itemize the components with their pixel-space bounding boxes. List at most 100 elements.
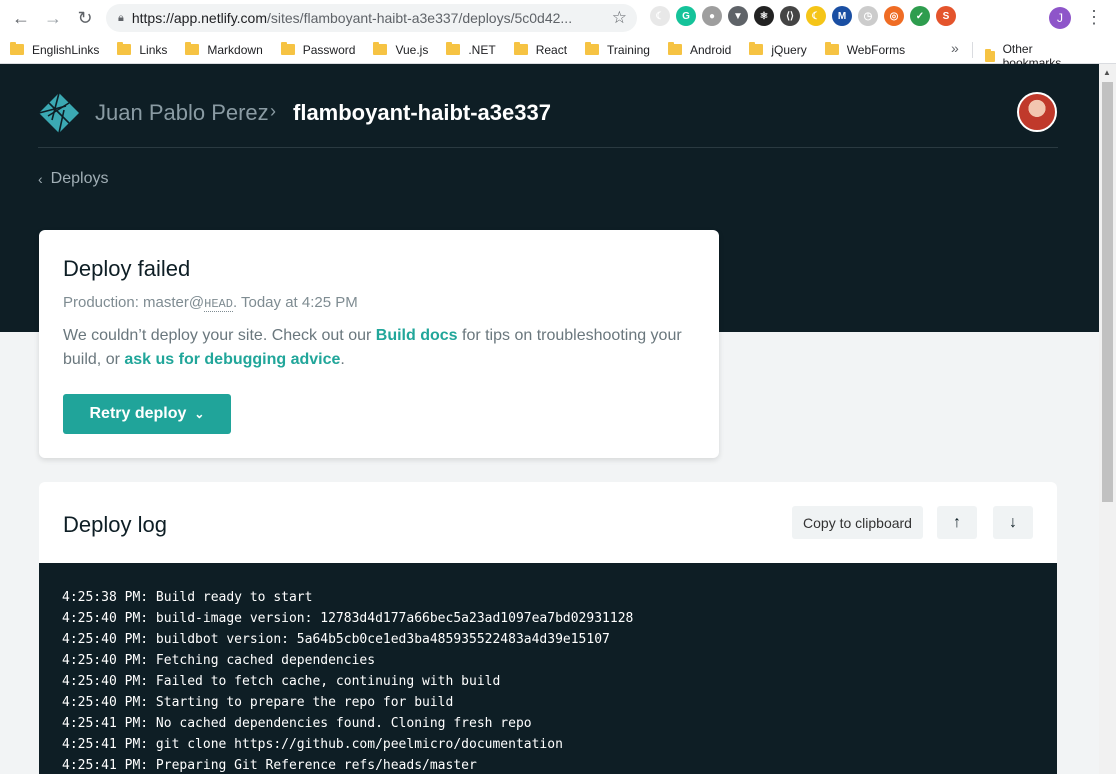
- folder-icon: [117, 42, 132, 55]
- bookmark-label: Vue.js: [395, 42, 429, 57]
- s-extension-icon[interactable]: S: [936, 6, 956, 26]
- deploy-meta-suffix: . Today at 4:25 PM: [232, 294, 358, 311]
- reload-icon[interactable]: ↻: [69, 2, 101, 34]
- bookmark-item[interactable]: EnglishLinks: [10, 42, 100, 57]
- log-line: 4:25:41 PM: git clone https://github.com…: [62, 737, 563, 752]
- grammarly-icon[interactable]: G: [676, 6, 696, 26]
- back-to-deploys-link[interactable]: ‹ Deploys: [38, 170, 108, 188]
- url-path: /sites/flamboyant-haibt-a3e337/deploys/5…: [267, 10, 573, 26]
- desc-text-3: .: [340, 351, 345, 368]
- copy-to-clipboard-button[interactable]: Copy to clipboard: [792, 506, 923, 539]
- deploy-meta: Production: master@HEAD. Today at 4:25 P…: [63, 294, 358, 312]
- netlify-logo-icon[interactable]: [38, 92, 80, 134]
- log-line: 4:25:40 PM: Starting to prepare the repo…: [62, 695, 454, 710]
- bookmark-label: jQuery: [771, 42, 807, 57]
- bookmark-item[interactable]: .NET: [446, 42, 496, 57]
- log-line: 4:25:40 PM: Failed to fetch cache, conti…: [62, 674, 501, 689]
- wolf-extension-icon[interactable]: ☾: [650, 6, 670, 26]
- extension-icons: ☾ G ● ▼ ⚛ ⟨⟩ ☾ M ◷ ◎ ✓ S: [650, 6, 956, 26]
- react-devtools-icon[interactable]: ⚛: [754, 6, 774, 26]
- retry-deploy-button[interactable]: Retry deploy ⌄: [63, 394, 231, 434]
- clock-extension-icon[interactable]: ◷: [858, 6, 878, 26]
- deploy-status-title: Deploy failed: [63, 256, 191, 281]
- folder-icon: [585, 42, 600, 55]
- folder-icon: [10, 42, 24, 55]
- scroll-to-top-button[interactable]: ↑: [937, 506, 977, 539]
- chevron-down-icon: ⌄: [194, 407, 205, 421]
- address-bar[interactable]: 🔒︎ https://app.netlify.com/sites/flamboy…: [106, 4, 637, 32]
- desc-text-1: We couldn’t deploy your site. Check out …: [63, 327, 376, 344]
- circle-extension-icon[interactable]: ●: [702, 6, 722, 26]
- folder-icon: [824, 42, 839, 55]
- bookmark-label: Markdown: [207, 42, 263, 57]
- bookmark-item[interactable]: React: [513, 42, 568, 57]
- user-avatar[interactable]: [1017, 92, 1057, 132]
- page-scrollbar[interactable]: ▲: [1099, 64, 1116, 774]
- scroll-up-arrow-icon[interactable]: ▲: [1103, 68, 1111, 77]
- site-header: Juan Pablo Perez › flamboyant-haibt-a3e3…: [38, 88, 1058, 148]
- url-host: https://app.netlify.com: [131, 10, 267, 26]
- bookmark-item[interactable]: Vue.js: [373, 42, 429, 57]
- folder-icon: [280, 42, 295, 55]
- folder-icon: [667, 42, 682, 55]
- deploy-meta-prefix: Production: master@: [63, 294, 205, 311]
- lifebuoy-extension-icon[interactable]: ◎: [884, 6, 904, 26]
- scroll-to-bottom-button[interactable]: ↓: [993, 506, 1033, 539]
- folder-icon: [513, 42, 528, 55]
- log-line: 4:25:40 PM: buildbot version: 5a64b5cb0c…: [62, 632, 610, 647]
- lock-icon: 🔒︎: [118, 11, 124, 24]
- log-line: 4:25:40 PM: build-image version: 12783d4…: [62, 611, 634, 626]
- bookmark-label: Training: [607, 42, 650, 57]
- check-extension-icon[interactable]: ✓: [910, 6, 930, 26]
- deploy-log-title: Deploy log: [63, 512, 167, 537]
- log-line: 4:25:40 PM: Fetching cached dependencies: [62, 653, 376, 668]
- bookmark-label: Android: [689, 42, 732, 57]
- team-name-link[interactable]: Juan Pablo Perez: [95, 100, 269, 126]
- deploy-log-output: 4:25:38 PM: Build ready to start 4:25:40 …: [39, 563, 1057, 774]
- bookmarks-overflow-button[interactable]: »: [951, 40, 959, 56]
- page-content: Juan Pablo Perez › flamboyant-haibt-a3e3…: [0, 64, 1099, 774]
- scrollbar-thumb[interactable]: [1102, 82, 1113, 502]
- chevron-left-icon: ‹: [38, 171, 43, 187]
- folder-icon: [185, 42, 200, 55]
- bookmark-item[interactable]: Password: [280, 42, 356, 57]
- retry-deploy-label: Retry deploy: [89, 405, 187, 422]
- back-arrow-icon[interactable]: ←: [5, 2, 37, 34]
- folder-icon: [446, 42, 461, 55]
- forward-arrow-icon[interactable]: →: [37, 2, 69, 34]
- bookmark-item[interactable]: jQuery: [749, 42, 807, 57]
- log-line: 4:25:38 PM: Build ready to start: [62, 590, 313, 605]
- log-line: 4:25:41 PM: No cached dependencies found…: [62, 716, 532, 731]
- build-docs-link[interactable]: Build docs: [376, 327, 458, 344]
- folder-icon: [749, 42, 764, 55]
- moon-extension-icon[interactable]: ☾: [806, 6, 826, 26]
- bookmarks-bar: EnglishLinks Links Markdown Password Vue.js.…: [0, 36, 1116, 64]
- bookmark-label: .NET: [468, 42, 496, 57]
- bookmark-label: EnglishLinks: [32, 42, 100, 57]
- folder-icon: [373, 42, 388, 55]
- bookmark-item[interactable]: WebForms: [824, 42, 906, 57]
- deploy-description: We couldn’t deploy your site. Check out …: [63, 324, 693, 372]
- vue-devtools-icon[interactable]: ▼: [728, 6, 748, 26]
- m-extension-icon[interactable]: M: [832, 6, 852, 26]
- bookmark-item[interactable]: Links: [117, 42, 167, 57]
- bookmark-item[interactable]: Training: [585, 42, 650, 57]
- deploy-log-card: Deploy log Copy to clipboard ↑ ↓ 4:25:38…: [39, 482, 1057, 774]
- bookmark-star-icon[interactable]: ☆: [612, 8, 627, 28]
- profile-avatar[interactable]: J: [1049, 7, 1071, 29]
- bookmark-label: WebForms: [846, 42, 906, 57]
- breadcrumb-chevron-icon: ›: [270, 101, 276, 121]
- folder-icon: [985, 48, 995, 62]
- deploy-status-card: Deploy failed Production: master@HEAD. T…: [39, 230, 719, 458]
- code-extension-icon[interactable]: ⟨⟩: [780, 6, 800, 26]
- bookmark-item[interactable]: Android: [667, 42, 732, 57]
- browser-toolbar: ← → ↻ 🔒︎ https://app.netlify.com/sites/f…: [0, 0, 1116, 36]
- bookmark-label: Password: [302, 42, 356, 57]
- bookmark-item[interactable]: Markdown: [185, 42, 263, 57]
- bookmarks-divider: [972, 42, 973, 58]
- deploy-commit-ref: HEAD: [204, 297, 233, 312]
- site-name: flamboyant-haibt-a3e337: [293, 100, 551, 125]
- bookmark-label: React: [535, 42, 568, 57]
- debugging-advice-link[interactable]: ask us for debugging advice: [124, 351, 340, 368]
- menu-kebab-icon[interactable]: ⋮: [1085, 6, 1103, 28]
